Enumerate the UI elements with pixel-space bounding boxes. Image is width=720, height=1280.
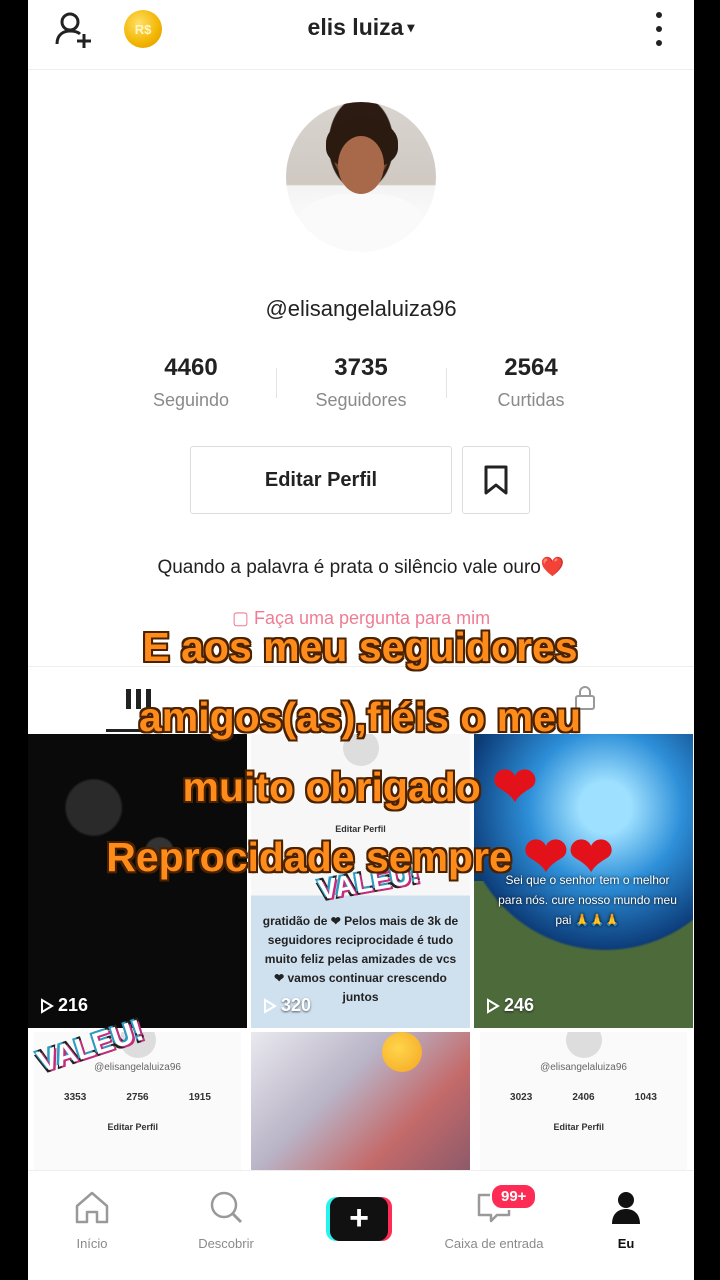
profile-icon	[612, 1192, 640, 1224]
play-icon	[487, 997, 500, 1014]
mini-stat: 1043	[634, 1092, 657, 1103]
nav-label: Caixa de entrada	[444, 1236, 544, 1251]
caption-line: amigos(as),fiéis o meu	[138, 694, 581, 740]
chevron-down-icon: ▾	[407, 19, 415, 35]
stat-value: 2564	[504, 354, 558, 381]
stat-following[interactable]: 4460 Seguindo	[106, 350, 276, 420]
mini-stats: 3023 2406 1043	[490, 1092, 677, 1103]
edit-profile-button[interactable]: Editar Perfil	[190, 446, 452, 514]
caption-line: E aos meu seguidores	[142, 624, 578, 670]
plus-icon: +	[330, 1197, 388, 1241]
nav-label: Descobrir	[198, 1236, 254, 1251]
video-thumbnail[interactable]	[251, 1032, 470, 1172]
view-count: 216	[40, 995, 88, 1016]
view-count: 246	[486, 995, 534, 1016]
bio: Quando a palavra é prata o silêncio vale…	[28, 555, 694, 579]
bottom-navigation: Início Descobrir + Caixa de entrada 99+	[28, 1170, 694, 1280]
nav-home[interactable]: Início	[32, 1189, 152, 1251]
more-options-icon[interactable]	[654, 12, 664, 46]
home-icon	[75, 1191, 109, 1224]
caption-line: muito obrigado ❤	[0, 752, 720, 822]
video-overlay-text: gratidão de ❤ Pelos mais de 3k de seguid…	[262, 914, 459, 1004]
mini-stats: 3353 2756 1915	[44, 1092, 231, 1103]
heart-icon: ❤	[492, 757, 538, 817]
nav-label: Eu	[617, 1236, 635, 1251]
mini-edit-label: Editar Perfil	[107, 1122, 159, 1132]
view-count: 320	[263, 995, 311, 1016]
inbox-notification-badge: 99+	[490, 1183, 538, 1210]
caption-text: muito obrigado	[182, 764, 481, 810]
heart-icon: ❤	[568, 827, 614, 887]
profile-stats: 4460 Seguindo 3735 Seguidores 2564 Curti…	[106, 350, 616, 420]
top-bar: R$ elis luiza ▾	[28, 0, 694, 70]
favorites-button[interactable]	[462, 446, 530, 514]
bookmark-icon	[484, 465, 508, 495]
mini-username: @elisangelaluiza96	[540, 1062, 627, 1073]
stat-followers[interactable]: 3735 Seguidores	[276, 350, 446, 420]
mini-stat: 3023	[510, 1092, 533, 1103]
bio-text: Quando a palavra é prata o silêncio vale…	[157, 557, 541, 578]
nav-me[interactable]: Eu	[566, 1189, 686, 1251]
caption-text: Reprocidade sempre	[106, 834, 512, 880]
smiling-hearts-emoji-icon	[382, 1032, 422, 1072]
stat-label: Seguidores	[315, 390, 407, 410]
stat-label: Seguindo	[152, 390, 230, 410]
username: @elisangelaluiza96	[265, 296, 457, 321]
play-icon	[41, 997, 54, 1014]
view-count-value: 216	[58, 995, 89, 1015]
stat-value: 4460	[164, 354, 218, 381]
view-count-value: 246	[504, 995, 535, 1015]
profile-name: elis luiza	[307, 14, 404, 40]
heart-icon: ❤	[523, 827, 569, 887]
mini-edit-label: Editar Perfil	[553, 1122, 605, 1132]
caption-line: Reprocidade sempre ❤❤	[0, 822, 720, 892]
view-count-value: 320	[281, 995, 312, 1015]
stat-label: Curtidas	[497, 390, 565, 410]
stat-likes[interactable]: 2564 Curtidas	[446, 350, 616, 420]
play-icon	[264, 997, 277, 1014]
mini-stat: 3353	[64, 1092, 87, 1103]
mini-stat: 1915	[188, 1092, 211, 1103]
caption-overlay: E aos meu seguidores amigos(as),fiéis o …	[0, 612, 720, 892]
search-icon	[210, 1191, 243, 1224]
heart-emoji: ❤️	[540, 557, 565, 578]
video-thumbnail[interactable]: @elisangelaluiza96 3023 2406 1043 Editar…	[480, 1032, 687, 1172]
avatar[interactable]	[286, 102, 436, 252]
profile-name-switcher[interactable]: elis luiza ▾	[28, 14, 694, 41]
create-video-button[interactable]: +	[326, 1197, 392, 1241]
nav-discover[interactable]: Descobrir	[166, 1189, 286, 1251]
mini-stat: 2406	[572, 1092, 595, 1103]
mini-stat: 2756	[126, 1092, 149, 1103]
stat-value: 3735	[334, 354, 388, 381]
nav-label: Início	[76, 1236, 108, 1251]
